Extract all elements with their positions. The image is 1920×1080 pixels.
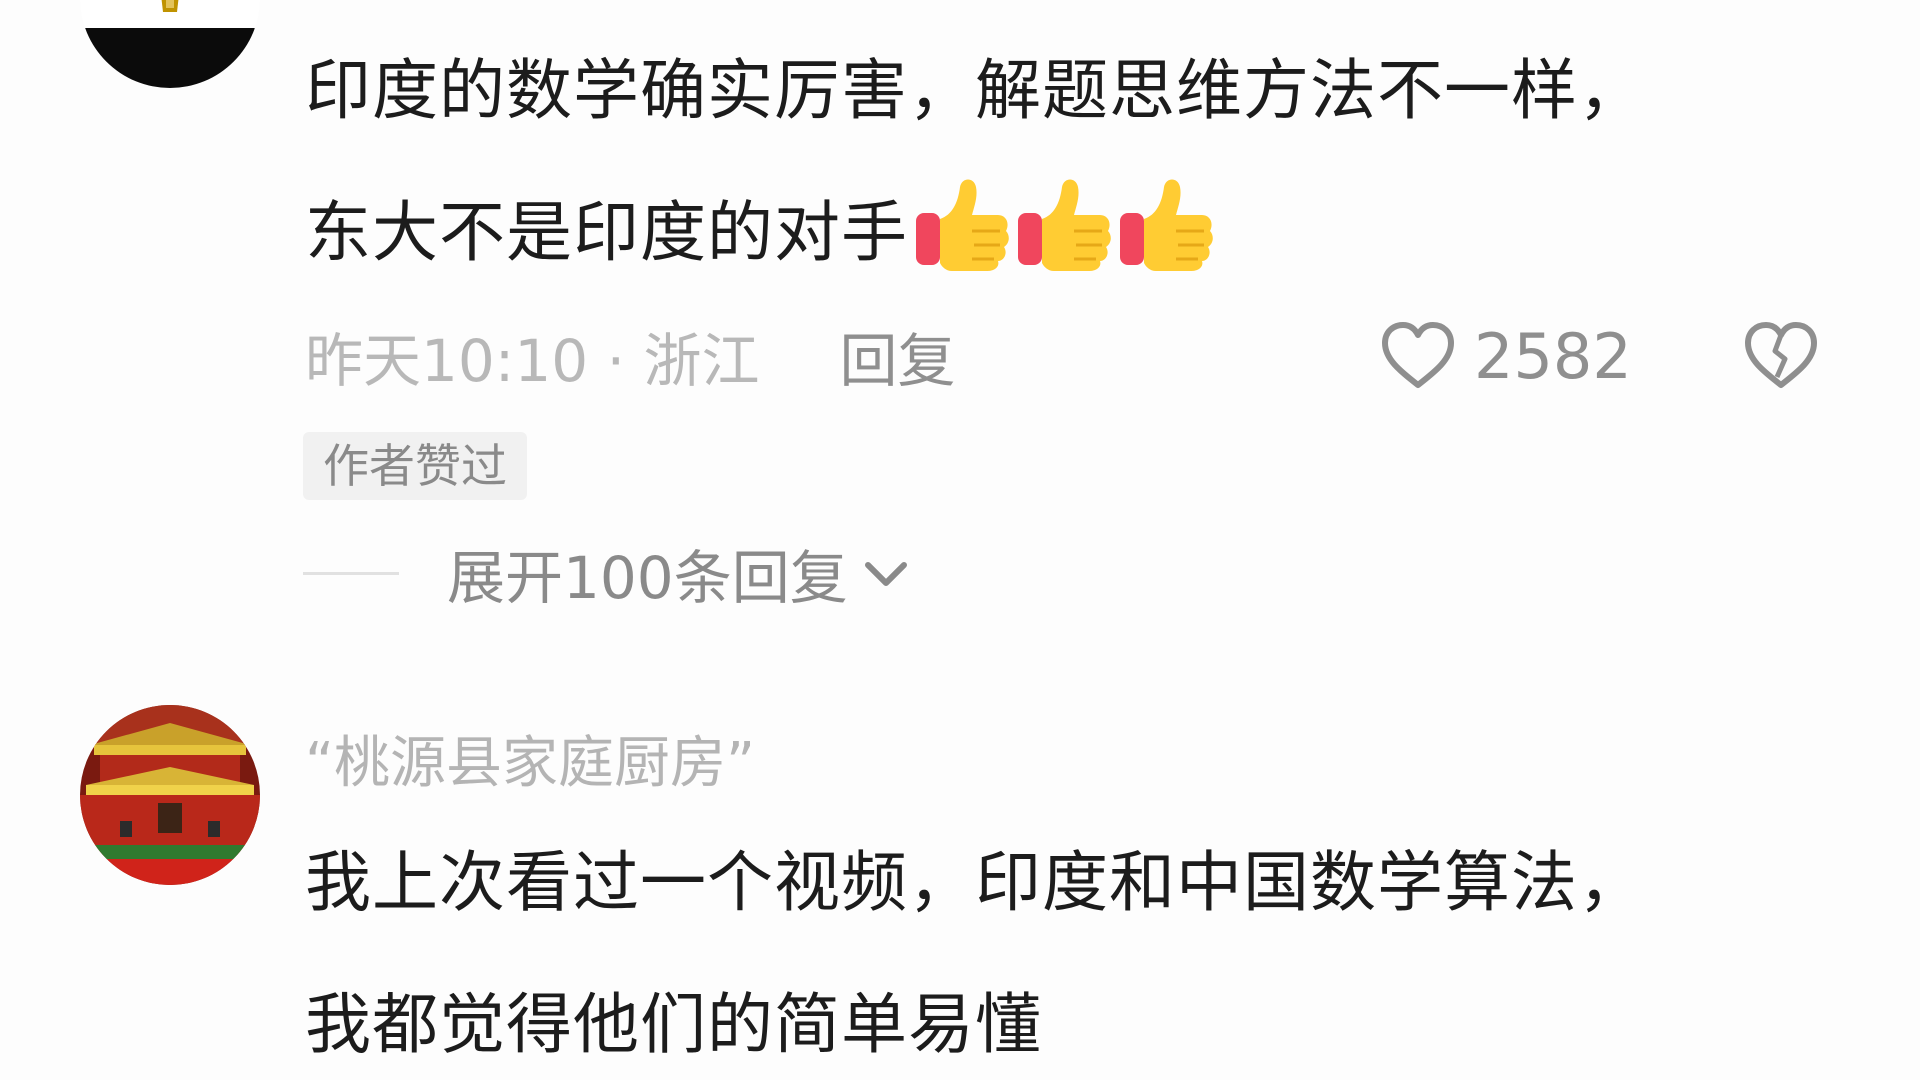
like-count: 2582	[1474, 319, 1632, 393]
avatar[interactable]	[80, 0, 260, 88]
author-liked-badge: 作者赞过	[303, 432, 527, 500]
expand-replies-label: 展开100条回复	[447, 544, 848, 612]
thumbs-up-emoji-icon	[1018, 179, 1111, 271]
comment-list: 印度的数学确实厉害，解题思维方法不一样， 东大不是印度的对手 昨天10:10 ·…	[0, 0, 1920, 1080]
tiananmen-avatar-icon	[80, 705, 260, 885]
comment-body: 我上次看过一个视频，印度和中国数学算法， 我都觉得他们的简单易懂	[305, 812, 1805, 1080]
chevron-down-icon	[864, 562, 907, 586]
thumbs-up-emoji-icon	[1120, 179, 1213, 271]
thumbs-up-emoji-icon	[916, 179, 1009, 271]
reply-button[interactable]: 回复	[839, 314, 955, 398]
avatar[interactable]	[80, 705, 260, 885]
expand-replies-button[interactable]: 展开100条回复	[303, 535, 910, 612]
comment-meta: 昨天10:10 · 浙江 回复 2582	[305, 318, 1845, 395]
egypt-flag-avatar-icon	[80, 0, 260, 88]
like-button[interactable]: 2582	[1380, 318, 1632, 394]
comment-line: 东大不是印度的对手	[305, 194, 908, 271]
divider	[303, 571, 399, 575]
comment-body: 印度的数学确实厉害，解题思维方法不一样， 东大不是印度的对手	[305, 20, 1805, 304]
username[interactable]: “桃源县家庭厨房”	[305, 718, 755, 799]
comment-line: 我都觉得他们的简单易懂	[305, 986, 1042, 1063]
broken-heart-icon	[1745, 322, 1817, 388]
heart-icon	[1382, 322, 1454, 388]
comment-line: 我上次看过一个视频，印度和中国数学算法，	[305, 844, 1645, 921]
timestamp-location: 昨天10:10 · 浙江	[305, 327, 760, 395]
comment-line: 印度的数学确实厉害，解题思维方法不一样，	[305, 52, 1645, 129]
emoji-group	[912, 173, 1218, 273]
dislike-button[interactable]	[1743, 318, 1819, 394]
